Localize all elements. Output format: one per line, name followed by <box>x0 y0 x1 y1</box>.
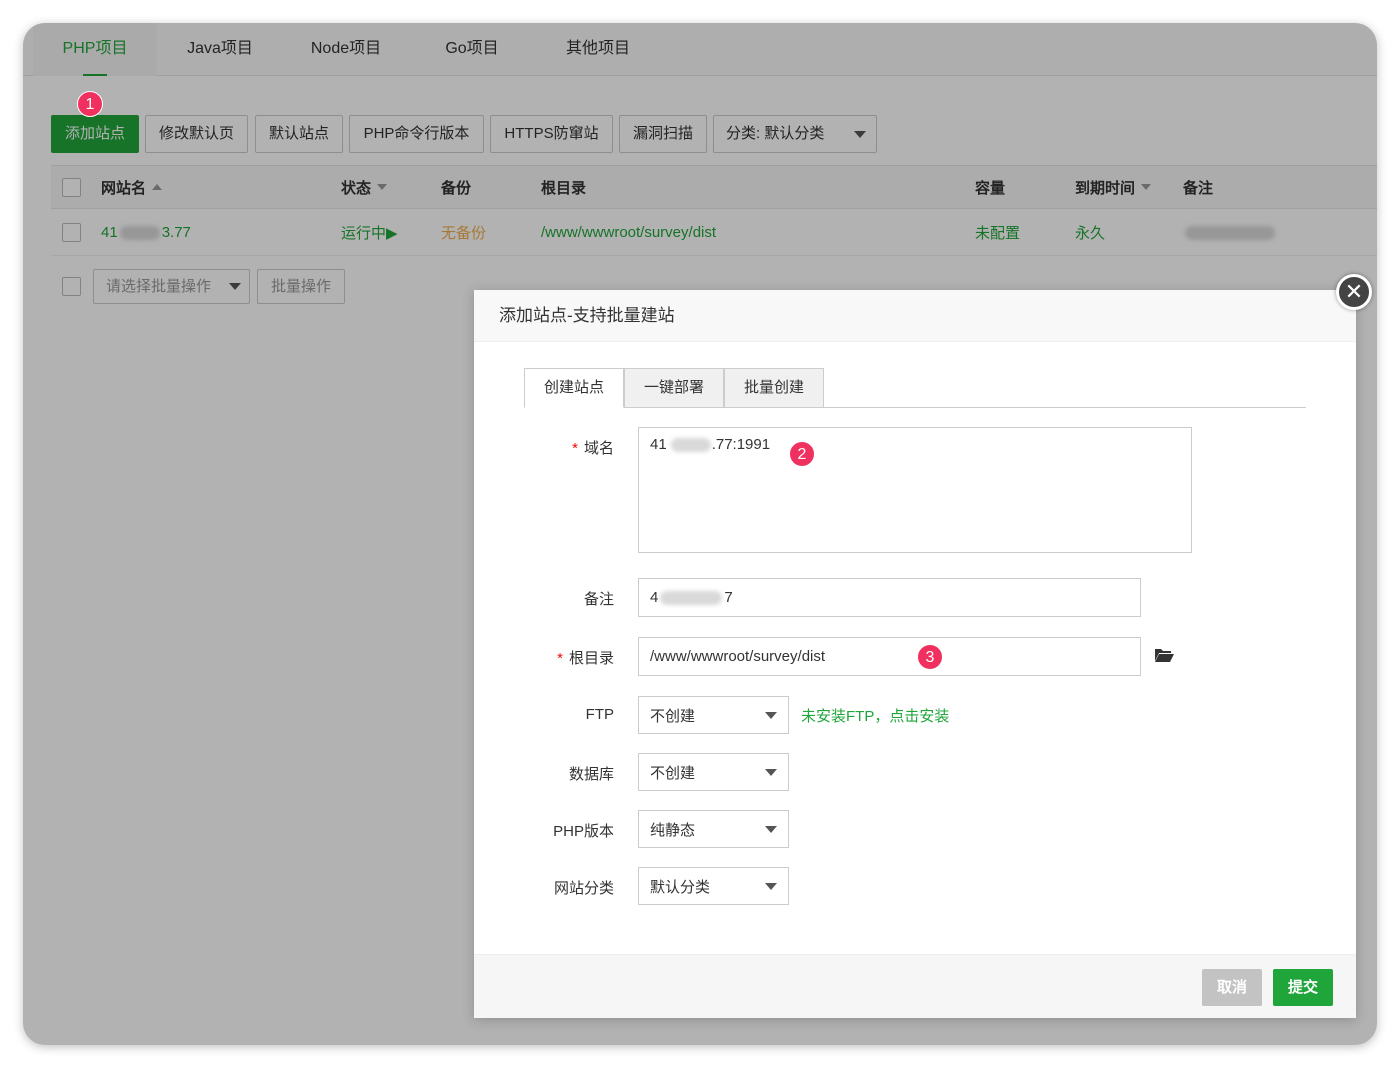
remark-value-prefix: 4 <box>650 589 659 606</box>
install-ftp-link[interactable]: 未安装FTP，点击安装 <box>801 705 949 726</box>
domain-label: * 域名 <box>474 437 614 458</box>
step-badge-3: 3 <box>917 644 943 670</box>
chevron-down-icon <box>765 768 777 776</box>
tab-create-site[interactable]: 创建站点 <box>524 368 624 408</box>
database-select-value: 不创建 <box>650 764 696 782</box>
domain-textarea[interactable]: 41 .77:1991 <box>638 427 1192 553</box>
remark-input[interactable]: 4 7 <box>638 578 1141 617</box>
required-marker: * <box>572 440 578 457</box>
domain-value-prefix: 41 <box>650 436 667 453</box>
database-select[interactable]: 不创建 <box>638 753 789 791</box>
remark-value-suffix: 7 <box>724 589 733 606</box>
tab-batch-create[interactable]: 批量创建 <box>724 368 824 408</box>
redacted-text <box>670 438 711 452</box>
submit-button[interactable]: 提交 <box>1273 969 1333 1006</box>
cancel-button[interactable]: 取消 <box>1202 969 1262 1006</box>
site-category-select[interactable]: 默认分类 <box>638 867 789 905</box>
dialog-title: 添加站点-支持批量建站 <box>474 290 1356 342</box>
domain-label-text: 域名 <box>583 440 614 457</box>
chevron-down-icon <box>765 882 777 890</box>
site-category-label: 网站分类 <box>553 880 614 897</box>
php-version-select[interactable]: 纯静态 <box>638 810 789 848</box>
dialog-footer: 取消 提交 <box>474 954 1356 1018</box>
domain-value-suffix: .77:1991 <box>711 436 771 453</box>
tab-one-click-deploy[interactable]: 一键部署 <box>624 368 724 408</box>
php-version-label: PHP版本 <box>553 823 614 840</box>
php-version-select-value: 纯静态 <box>650 821 696 839</box>
redacted-text <box>660 590 723 605</box>
ftp-select-value: 不创建 <box>650 707 696 725</box>
close-icon[interactable]: ✕ <box>1336 274 1372 310</box>
required-marker: * <box>557 650 563 667</box>
root-dir-label-text: 根目录 <box>568 650 614 667</box>
step-badge-1: 1 <box>77 91 103 117</box>
root-dir-input[interactable]: /www/wwwroot/survey/dist <box>638 637 1141 676</box>
folder-open-icon[interactable] <box>1154 647 1174 663</box>
chevron-down-icon <box>765 711 777 719</box>
site-category-select-value: 默认分类 <box>650 878 711 896</box>
add-site-dialog: 添加站点-支持批量建站 创建站点 一键部署 批量创建 * 域名 41 .77:19… <box>474 290 1356 1018</box>
ftp-label: FTP <box>585 706 614 723</box>
ftp-select[interactable]: 不创建 <box>638 696 789 734</box>
root-dir-label: * 根目录 <box>474 647 614 668</box>
dialog-tabs: 创建站点 一键部署 批量创建 <box>524 368 1306 408</box>
remark-label: 备注 <box>583 591 614 608</box>
step-badge-2: 2 <box>789 441 815 467</box>
database-label: 数据库 <box>568 766 614 783</box>
chevron-down-icon <box>765 825 777 833</box>
